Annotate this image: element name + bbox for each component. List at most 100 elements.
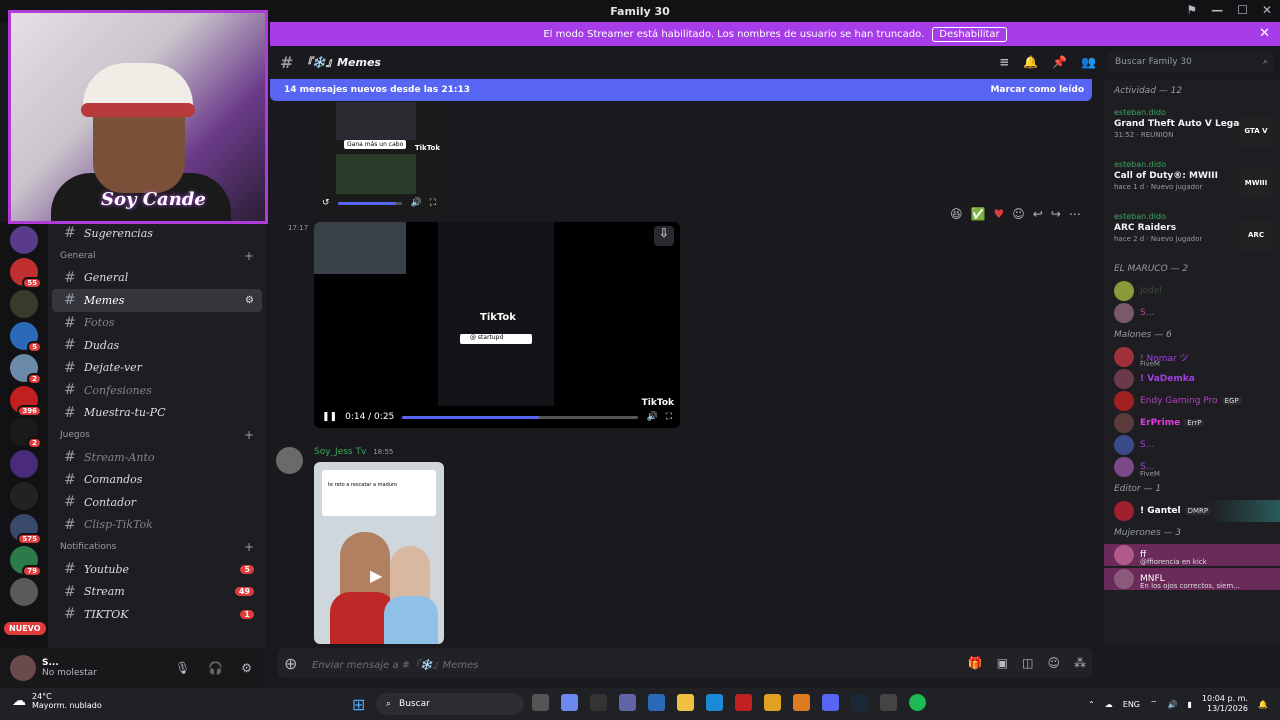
channel-questions[interactable]: # Dudas: [52, 334, 262, 357]
apps-icon[interactable]: ⁂: [1074, 656, 1086, 670]
member-item[interactable]: ff @ffiorencia en kick: [1104, 544, 1280, 566]
progress-track[interactable]: [402, 415, 639, 419]
server-icon[interactable]: 575: [10, 514, 42, 545]
spotify-icon[interactable]: [909, 694, 926, 711]
reaction-check-icon[interactable]: ✅: [971, 207, 986, 221]
channel-suggestions[interactable]: # Sugerencias: [52, 222, 262, 245]
copilot-icon[interactable]: [561, 694, 578, 711]
play-icon[interactable]: ▶: [370, 566, 382, 585]
channel-stream[interactable]: # Stream 49: [52, 581, 262, 604]
taskview-icon[interactable]: [532, 694, 549, 711]
app-icon[interactable]: [590, 694, 607, 711]
member-item[interactable]: ErPrime ErrP: [1104, 412, 1280, 434]
channel-show-pc[interactable]: # Muestra-tu-PC: [52, 402, 262, 425]
channel-counter[interactable]: # Contador: [52, 491, 262, 514]
add-channel-icon[interactable]: +: [244, 540, 254, 554]
gift-icon[interactable]: 🎁: [968, 656, 983, 670]
volume-icon[interactable]: 🔊: [1168, 700, 1178, 709]
pause-icon[interactable]: ❚❚: [322, 412, 337, 422]
server-icon[interactable]: [10, 226, 38, 254]
channel-commands[interactable]: # Comandos: [52, 469, 262, 492]
channel-memes[interactable]: # Memes ⚙: [52, 289, 262, 312]
member-item[interactable]: S... FiveM: [1104, 456, 1280, 478]
replay-icon[interactable]: ↺: [322, 198, 330, 208]
server-icon[interactable]: 2: [10, 354, 42, 385]
minimize-button[interactable]: —: [1211, 3, 1223, 17]
channel-clips-tiktok[interactable]: # Clisp-TikTok: [52, 514, 262, 537]
wifi-icon[interactable]: ⌔: [1150, 699, 1158, 709]
edge-icon[interactable]: [706, 694, 723, 711]
member-item[interactable]: Jodel: [1104, 280, 1280, 302]
steam-icon[interactable]: [851, 694, 868, 711]
teams-icon[interactable]: [619, 694, 636, 711]
gif-icon[interactable]: ▣: [997, 656, 1008, 670]
server-icon[interactable]: 396: [10, 386, 42, 417]
channel-settings-icon[interactable]: ⚙: [245, 295, 254, 306]
tray-icon[interactable]: ☁: [1105, 700, 1113, 709]
chrome-icon[interactable]: [764, 694, 781, 711]
server-icon[interactable]: [10, 578, 38, 606]
close-icon[interactable]: ✕: [1259, 26, 1270, 41]
volume-icon[interactable]: 🔊: [646, 412, 657, 422]
add-channel-icon[interactable]: +: [244, 428, 254, 442]
taskbar-search[interactable]: ⌕ Buscar: [376, 693, 524, 715]
download-icon[interactable]: ⇩: [654, 226, 674, 246]
member-item[interactable]: MNFL En los ojos correctos, siem...: [1104, 568, 1280, 590]
reaction-heart-icon[interactable]: ♥: [993, 207, 1004, 221]
server-icon[interactable]: 55: [10, 258, 42, 289]
category-general[interactable]: General +: [48, 245, 266, 267]
bell-icon[interactable]: 🔔: [1023, 55, 1038, 69]
mark-read-button[interactable]: Marcar como leído: [990, 85, 1084, 95]
category-games[interactable]: Juegos +: [48, 424, 266, 446]
emoji-icon[interactable]: ☺: [1047, 656, 1060, 670]
channel-stream-anto[interactable]: # Stream-Anto: [52, 446, 262, 469]
obs-icon[interactable]: [880, 694, 897, 711]
add-reaction-icon[interactable]: ☺: [1012, 207, 1025, 221]
opera-icon[interactable]: [735, 694, 752, 711]
member-item[interactable]: ! VaDemka: [1104, 368, 1280, 390]
store-icon[interactable]: [648, 694, 665, 711]
server-icon[interactable]: 2: [10, 418, 42, 449]
notifications-icon[interactable]: 🔔: [1258, 700, 1268, 709]
server-icon[interactable]: [10, 450, 38, 478]
sticker-icon[interactable]: ◫: [1022, 656, 1033, 670]
progress-track[interactable]: [337, 201, 403, 205]
windows-start-icon[interactable]: ⊞: [352, 695, 365, 714]
more-icon[interactable]: ⋯: [1069, 207, 1081, 221]
channel-dejate-ver[interactable]: # Dejate-ver: [52, 357, 262, 380]
microphone-icon[interactable]: 🎙: [175, 661, 190, 675]
headphones-icon[interactable]: 🎧: [208, 661, 223, 675]
close-button[interactable]: ✕: [1262, 3, 1272, 17]
avatar[interactable]: [10, 655, 36, 681]
channel-youtube[interactable]: # Youtube 5: [52, 558, 262, 581]
clock[interactable]: 10:04 p. m. 13/1/2026: [1202, 694, 1248, 714]
battery-icon[interactable]: ▮: [1188, 700, 1192, 709]
weather-widget[interactable]: ☁ 24°C Mayorm. nublado: [12, 692, 102, 710]
channel-general[interactable]: # General: [52, 267, 262, 290]
reaction-laugh-icon[interactable]: 😆: [950, 207, 963, 221]
add-attachment-icon[interactable]: ⊕: [284, 654, 297, 673]
avatar[interactable]: [276, 447, 303, 474]
server-icon[interactable]: 79: [10, 546, 42, 577]
language-indicator[interactable]: ENG: [1123, 700, 1140, 709]
category-notifications[interactable]: Notifications +: [48, 536, 266, 558]
video-embed[interactable]: TikTok @ startupd TikTok ⇩ ❚❚ 0:14 / 0:2…: [314, 222, 680, 428]
search-input[interactable]: Buscar Family 30 ⌕: [1108, 52, 1274, 72]
member-item[interactable]: ! Nomar ツ FiveM: [1104, 346, 1280, 368]
channel-tiktok[interactable]: # TIKTOK 1: [52, 603, 262, 626]
app-icon[interactable]: [793, 694, 810, 711]
message-author[interactable]: Soy_Jess Tv: [314, 447, 366, 457]
video-embed[interactable]: Gana más un cabo TikTok ↺ 🔊 ⛶: [314, 102, 444, 214]
inbox-icon[interactable]: ⚑: [1186, 3, 1197, 17]
members-icon[interactable]: 👥: [1081, 55, 1096, 69]
member-item[interactable]: S...: [1104, 302, 1280, 324]
new-messages-bar[interactable]: 14 mensajes nuevos desde las 21:13 Marca…: [270, 79, 1092, 101]
folder-icon[interactable]: [677, 694, 694, 711]
chevron-up-icon[interactable]: ⌃: [1088, 700, 1095, 709]
activity-item[interactable]: esteban.dido Call of Duty®: MWIII hace 1…: [1104, 154, 1280, 206]
maximize-button[interactable]: ☐: [1237, 3, 1248, 17]
reply-icon[interactable]: ↩: [1033, 207, 1043, 221]
activity-item[interactable]: esteban.dido ARC Raiders hace 2 d · Nuev…: [1104, 206, 1280, 258]
image-embed[interactable]: te reto a rescatar a maduro ▶: [314, 462, 444, 644]
gear-icon[interactable]: ⚙: [241, 661, 252, 675]
